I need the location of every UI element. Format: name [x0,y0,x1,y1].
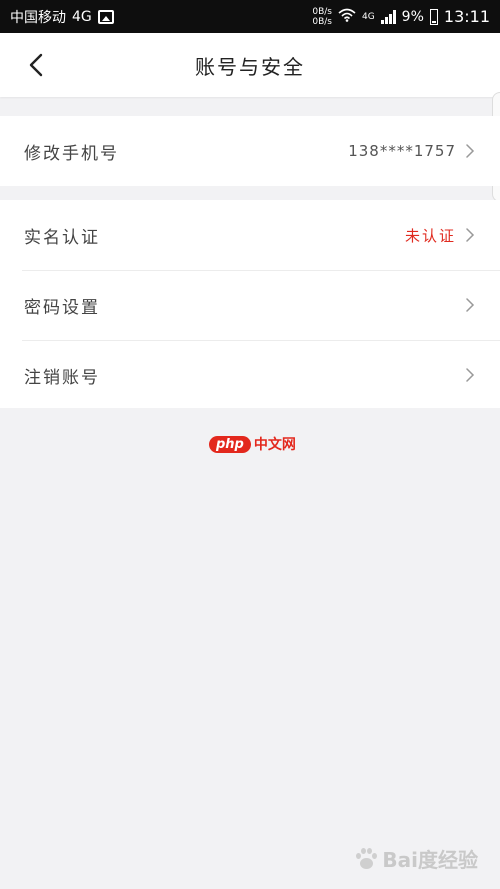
signal-icon [380,9,396,24]
baidu-watermark: Bai度经验 [354,844,478,873]
phone-number-value: 138****1757 [348,142,456,160]
speed-up: 0B/s [312,6,332,17]
realname-label: 实名认证 [24,227,100,248]
realname-verify-row[interactable]: 实名认证 未认证 [0,200,500,270]
back-button[interactable] [22,51,50,79]
chevron-right-icon [466,228,475,242]
status-right: 0B/s 0B/s 4G 9% 13:11 [312,7,490,27]
change-phone-right: 138****1757 [348,142,476,160]
settings-group-phone: 修改手机号 138****1757 [0,116,500,186]
mobile-network-label: 4G [361,11,375,22]
chevron-right-icon [466,368,475,382]
php-logo-mark: php [209,435,251,453]
chevron-right-icon [466,144,475,158]
network-speed: 0B/s 0B/s [312,7,332,27]
php-watermark-logo: php 中文网 [209,434,296,454]
chevron-left-icon [29,53,43,77]
realname-right: 未认证 [405,225,476,246]
page-title: 账号与安全 [195,54,305,79]
change-phone-row[interactable]: 修改手机号 138****1757 [0,116,500,186]
cancel-account-right [464,368,476,382]
battery-icon [429,8,438,25]
cancel-account-row[interactable]: 注销账号 [0,340,500,410]
nav-bar: 账号与安全 [0,33,500,97]
baidu-watermark-text: Bai度经验 [382,848,478,872]
change-phone-label: 修改手机号 [24,143,119,164]
clock: 13:11 [443,7,490,26]
password-right [464,298,476,312]
status-bar: 中国移动 4G 0B/s 0B/s 4G 9% 13:11 [0,0,500,33]
password-settings-row[interactable]: 密码设置 [0,270,500,340]
cancel-account-label: 注销账号 [24,367,100,388]
verification-status: 未认证 [404,226,456,245]
gallery-icon [97,9,114,24]
wifi-icon [338,7,356,26]
settings-group-security: 实名认证 未认证 密码设置 注销账号 [0,200,500,408]
carrier-label: 中国移动 [10,9,66,26]
php-logo-text: 中文网 [253,437,296,453]
battery-percent: 9% [401,8,424,25]
password-label: 密码设置 [24,297,100,318]
chevron-right-icon [466,298,475,312]
status-left: 中国移动 4G [10,7,114,27]
paw-icon [354,847,378,871]
network-label: 4G [72,8,92,25]
speed-down: 0B/s [312,16,332,27]
